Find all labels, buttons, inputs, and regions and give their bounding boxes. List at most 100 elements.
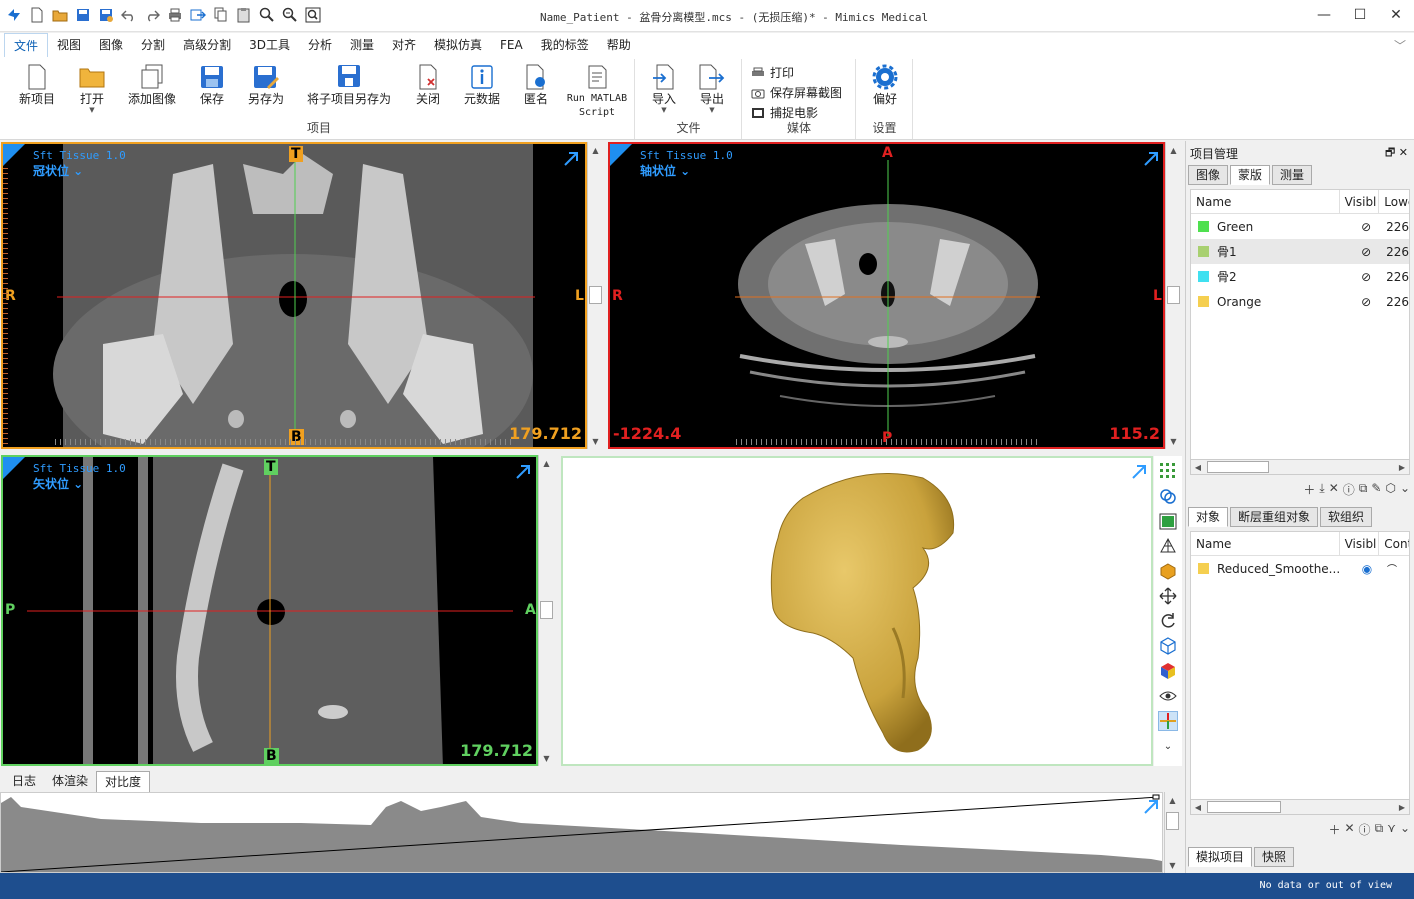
axial-view-selector[interactable]: 轴状位 ⌄ (640, 162, 690, 179)
sagittal-view-selector[interactable]: 矢状位 ⌄ (33, 475, 83, 492)
export-icon[interactable] (188, 5, 208, 25)
hidden-eye-icon[interactable]: ⊘ (1346, 270, 1386, 284)
menu-view[interactable]: 视图 (48, 33, 90, 57)
zoom-fit-icon[interactable] (303, 5, 323, 25)
menu-my-tags[interactable]: 我的标签 (532, 33, 598, 57)
copy-icon[interactable] (211, 5, 231, 25)
tab-images[interactable]: 图像 (1188, 165, 1229, 185)
color-cube-icon[interactable] (1158, 661, 1178, 681)
mask-row[interactable]: Orange ⊘ 226 (1191, 289, 1409, 314)
menu-simulate[interactable]: 模拟仿真 (425, 33, 491, 57)
grid-icon[interactable] (1158, 461, 1178, 481)
menu-image[interactable]: 图像 (90, 33, 132, 57)
expand-icon[interactable]: ⌄ (1400, 821, 1410, 838)
maximize-button[interactable]: ☐ (1342, 0, 1378, 30)
menu-3d-tools[interactable]: 3D工具 (240, 33, 299, 57)
mask-row[interactable]: 骨2 ⊘ 226 (1191, 264, 1409, 289)
hidden-eye-icon[interactable]: ⊘ (1346, 220, 1386, 234)
undo-icon[interactable] (119, 5, 139, 25)
save-subproject-button[interactable]: 将子项目另存为 (304, 63, 394, 106)
clip-box-icon[interactable] (1158, 511, 1178, 531)
tab-objects[interactable]: 对象 (1188, 507, 1229, 527)
cube-icon[interactable]: ⬡ (1385, 481, 1395, 498)
tab-log[interactable]: 日志 (4, 771, 44, 792)
info-icon[interactable]: ⓘ (1359, 821, 1371, 838)
scroll-left-icon[interactable]: ◀ (1191, 800, 1205, 814)
zoom-out-icon[interactable] (280, 5, 300, 25)
add-icon[interactable]: ＋ (1303, 481, 1315, 498)
object-hscroll-thumb[interactable] (1207, 801, 1281, 813)
object-icon[interactable] (1158, 561, 1178, 581)
maximize-histogram-icon[interactable] (1143, 799, 1161, 815)
scroll-right-icon[interactable]: ▶ (1395, 800, 1409, 814)
tab-masks[interactable]: 蒙版 (1230, 165, 1271, 185)
object-row[interactable]: Reduced_Smoothe... ◉ ⌒ (1191, 556, 1409, 581)
open-folder-icon[interactable] (50, 5, 70, 25)
filter-icon[interactable]: ⋎ (1387, 821, 1396, 838)
scroll-down-icon[interactable]: ▼ (1166, 433, 1181, 449)
duplicate-icon[interactable]: ⧉ (1359, 481, 1368, 498)
coronal-view-selector[interactable]: 冠状位 ⌄ (33, 162, 83, 179)
scroll-up-icon[interactable]: ▲ (1166, 142, 1181, 158)
coronal-scrollbar[interactable]: ▲ ▼ (587, 142, 603, 449)
menu-segment[interactable]: 分割 (132, 33, 174, 57)
save-button[interactable]: 保存 (184, 63, 240, 106)
menu-file[interactable]: 文件 (4, 33, 49, 57)
scroll-down-icon[interactable]: ▼ (539, 750, 554, 766)
tab-measure[interactable]: 测量 (1272, 165, 1313, 185)
redo-icon[interactable] (142, 5, 162, 25)
app-logo-icon[interactable] (4, 5, 24, 25)
menu-measure[interactable]: 测量 (341, 33, 383, 57)
contour-toggle-icon[interactable]: ⌒ (1387, 561, 1397, 576)
export-button[interactable]: 导出 ▼ (684, 63, 740, 114)
tab-simulation-project[interactable]: 模拟项目 (1188, 847, 1253, 867)
tab-soft-tissue[interactable]: 软组织 (1320, 507, 1373, 527)
add-icon[interactable]: ＋ (1328, 821, 1340, 838)
more-tools-icon[interactable]: ⌄ (1158, 736, 1178, 756)
paint-icon[interactable]: ✎ (1371, 481, 1381, 498)
visibility-eye-icon[interactable] (1158, 686, 1178, 706)
scroll-up-icon[interactable]: ▲ (1165, 792, 1180, 808)
mask-table-hscroll[interactable]: ◀ ▶ (1190, 459, 1410, 475)
mesh-icon[interactable] (1158, 536, 1178, 556)
close-button[interactable]: ✕ (1378, 0, 1414, 30)
run-matlab-button[interactable]: Run MATLAB Script (564, 63, 630, 119)
delete-icon[interactable]: ✕ (1344, 821, 1354, 838)
sagittal-scrollbar[interactable]: ▲ ▼ (538, 455, 554, 766)
scroll-up-icon[interactable]: ▲ (539, 455, 554, 471)
boolean-icon[interactable] (1158, 486, 1178, 506)
collapse-ribbon-icon[interactable]: ﹀ (1394, 37, 1406, 54)
menu-help[interactable]: 帮助 (598, 33, 640, 57)
maximize-view-icon[interactable] (515, 464, 533, 480)
metadata-button[interactable]: 元数据 (454, 63, 510, 106)
cube-view-icon[interactable] (1158, 636, 1178, 656)
save-as-icon[interactable] (96, 5, 116, 25)
new-file-icon[interactable] (27, 5, 47, 25)
hidden-eye-icon[interactable]: ⊘ (1346, 295, 1386, 309)
save-as-button[interactable]: 另存为 (238, 63, 294, 106)
open-button[interactable]: 打开 ▼ (64, 63, 120, 114)
preferences-button[interactable]: 偏好 (857, 63, 913, 106)
save-screenshot-button[interactable]: 保存屏幕截图 (751, 84, 842, 101)
paste-icon[interactable] (234, 5, 254, 25)
rotate-icon[interactable] (1158, 611, 1178, 631)
print-icon[interactable] (165, 5, 185, 25)
visible-eye-icon[interactable]: ◉ (1347, 562, 1387, 576)
panel-pin-close-icon[interactable]: 🗗 ✕ (1385, 144, 1408, 163)
download-icon[interactable]: ⤓ (1319, 481, 1324, 498)
delete-icon[interactable]: ✕ (1329, 481, 1339, 498)
add-image-button[interactable]: 添加图像 (124, 63, 180, 106)
axial-scroll-thumb[interactable] (1167, 286, 1180, 304)
tab-reslice-objects[interactable]: 断层重组对象 (1230, 507, 1319, 527)
maximize-3d-icon[interactable] (1131, 464, 1149, 480)
expand-icon[interactable]: ⌄ (1400, 481, 1410, 498)
menu-analyze[interactable]: 分析 (299, 33, 341, 57)
sagittal-viewport[interactable]: Sft Tissue 1.0 矢状位 ⌄ T B P A 179.712 (1, 455, 538, 766)
duplicate-icon[interactable]: ⧉ (1375, 821, 1384, 838)
save-icon[interactable] (73, 5, 93, 25)
minimize-button[interactable]: — (1306, 0, 1342, 30)
mask-row[interactable]: 骨1 ⊘ 226 (1191, 239, 1409, 264)
contrast-histogram[interactable] (0, 792, 1163, 873)
sagittal-scroll-thumb[interactable] (540, 601, 553, 619)
scroll-right-icon[interactable]: ▶ (1395, 460, 1409, 474)
